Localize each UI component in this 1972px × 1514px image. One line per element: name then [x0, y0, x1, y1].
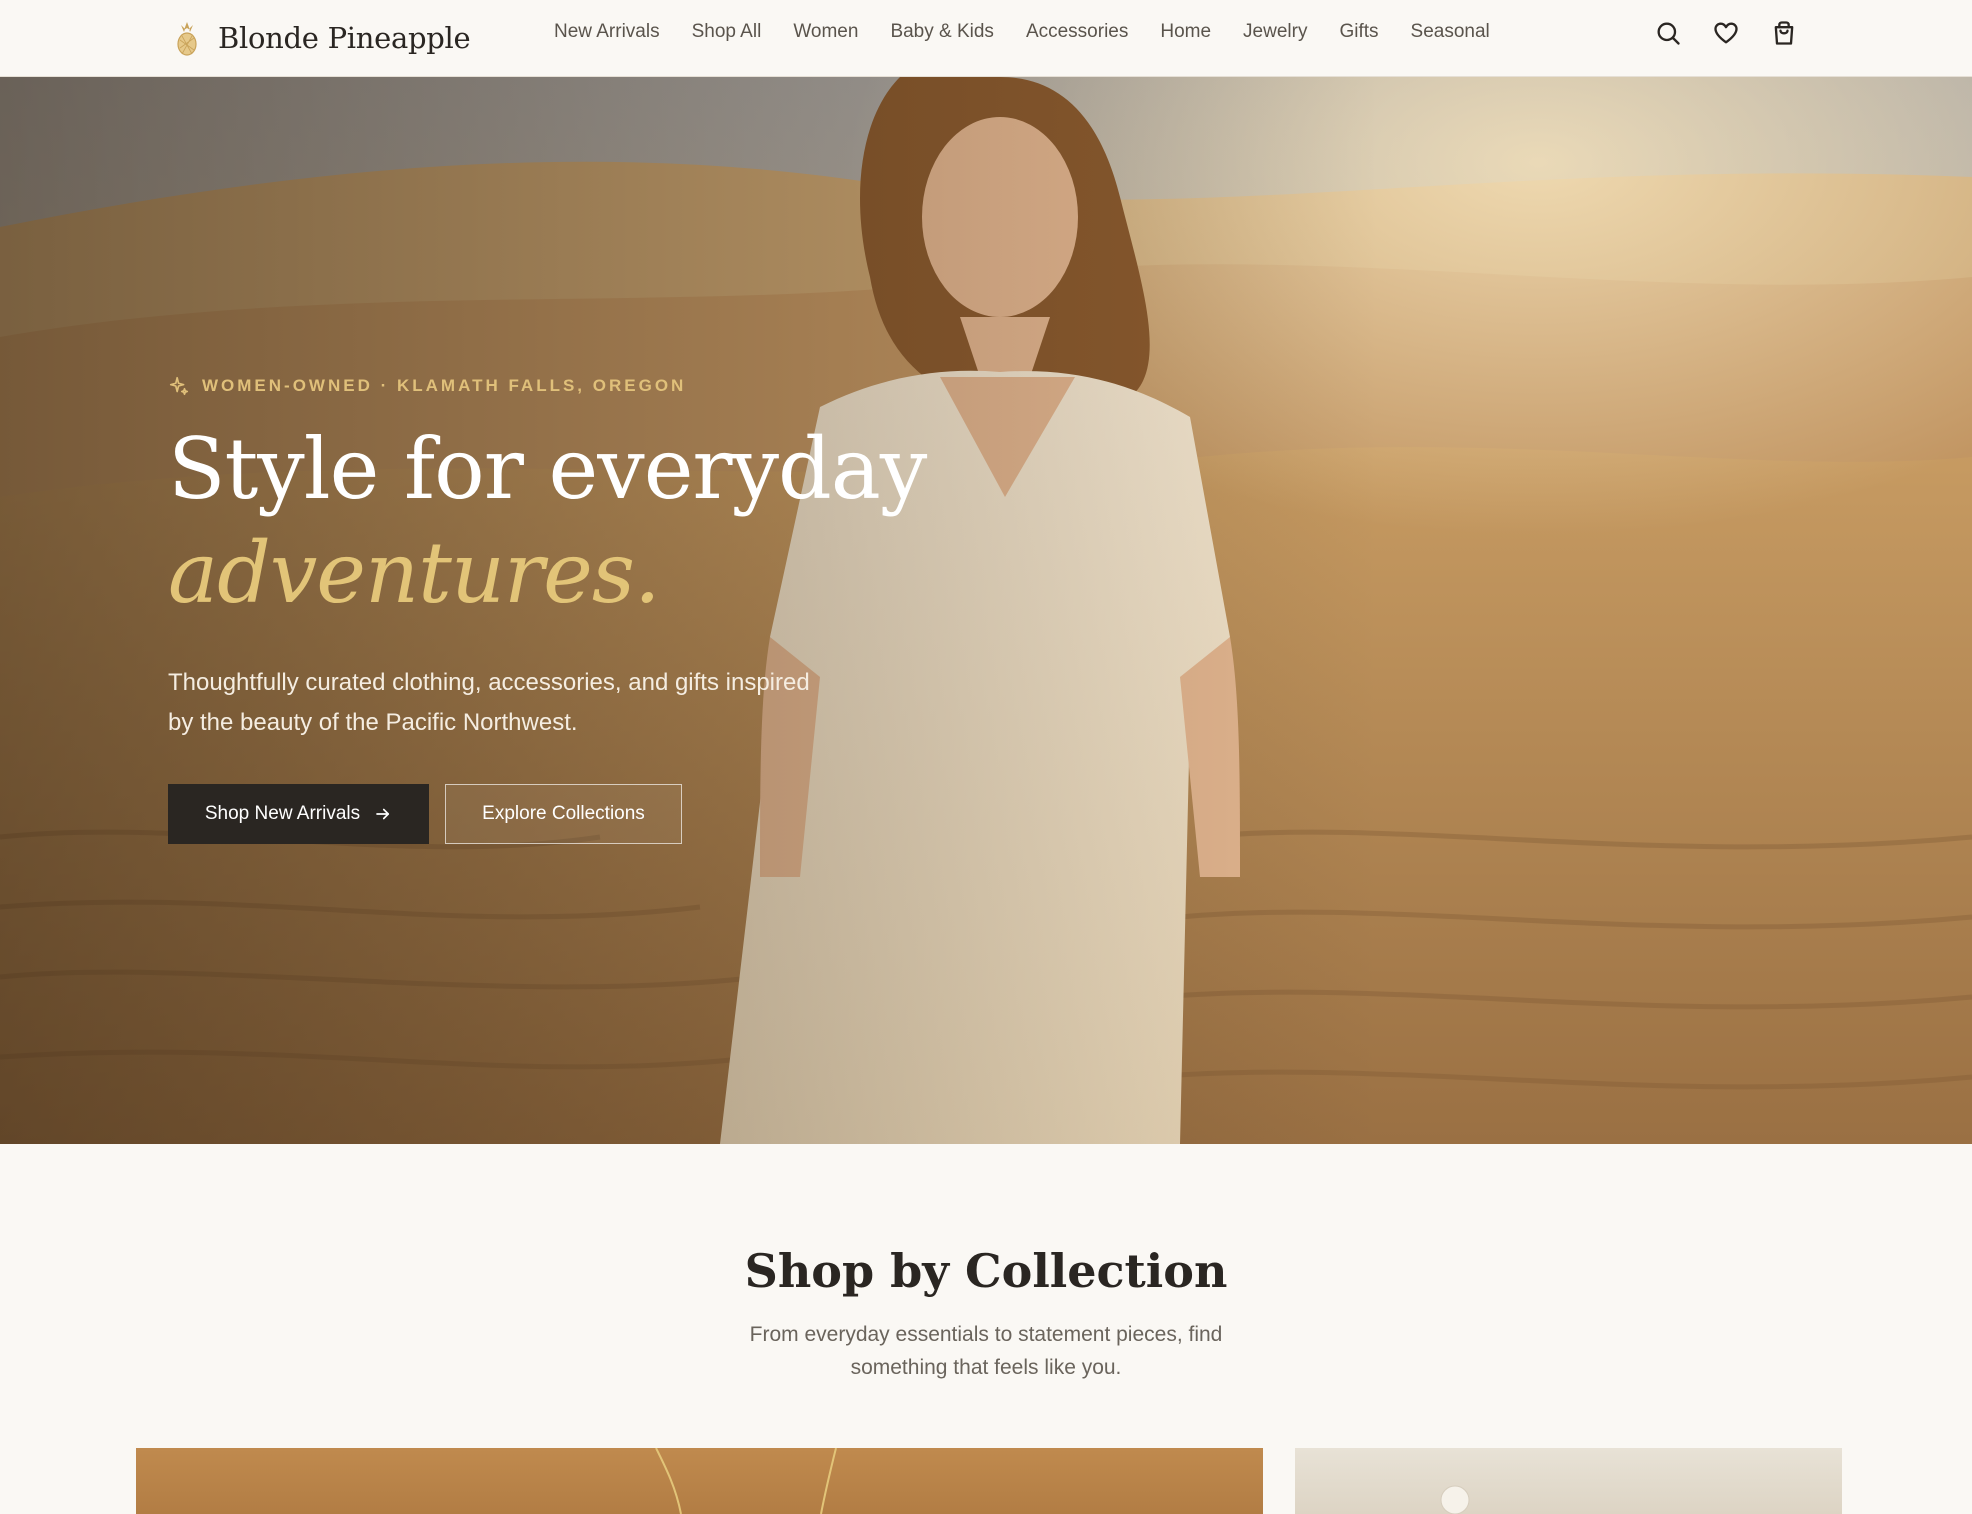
arrow-right-icon — [376, 808, 390, 820]
cart-button[interactable] — [1768, 17, 1800, 49]
wishlist-button[interactable] — [1710, 17, 1742, 49]
header-actions — [1652, 16, 1800, 50]
collection-image — [655, 1448, 837, 1514]
hero-subtitle: Thoughtfully curated clothing, accessori… — [168, 669, 810, 736]
section-title: Shop by Collection — [744, 1244, 1228, 1298]
site-header: Blonde Pineapple New Arrivals Shop All W… — [0, 0, 1972, 77]
nav-jewelry[interactable]: Jewelry — [1243, 21, 1307, 43]
brand-name: Blonde Pineapple — [218, 21, 471, 55]
nav-baby-kids[interactable]: Baby & Kids — [890, 21, 994, 43]
shop-new-arrivals-label: Shop New Arrivals — [204, 803, 361, 824]
main-nav: New Arrivals Shop All Women Baby & Kids … — [554, 0, 1490, 64]
section-subtitle: From everyday essentials to statement pi… — [749, 1323, 1223, 1379]
search-button[interactable] — [1652, 17, 1684, 49]
hero-title-accent: adventures. — [168, 524, 661, 622]
pineapple-logo-icon — [177, 22, 197, 56]
explore-collections-label: Explore Collections — [482, 803, 645, 824]
shopping-bag-icon — [1774, 21, 1794, 45]
collection-card[interactable] — [136, 1448, 1263, 1514]
heart-icon — [1714, 22, 1738, 44]
nav-accessories[interactable]: Accessories — [1026, 21, 1128, 43]
shop-new-arrivals-button[interactable]: Shop New Arrivals — [168, 784, 429, 844]
nav-gifts[interactable]: Gifts — [1339, 21, 1378, 43]
hero-banner: WOMEN-OWNED · KLAMATH FALLS, OREGON Styl… — [0, 77, 1972, 1144]
brand-link[interactable]: Blonde Pineapple — [172, 14, 471, 62]
sparkle-icon — [169, 376, 189, 396]
nav-home[interactable]: Home — [1160, 21, 1211, 43]
explore-collections-button[interactable]: Explore Collections — [445, 784, 682, 844]
collection-card[interactable] — [1295, 1448, 1842, 1514]
nav-shop-all[interactable]: Shop All — [692, 21, 762, 43]
nav-new-arrivals[interactable]: New Arrivals — [554, 21, 660, 43]
nav-women[interactable]: Women — [793, 21, 858, 43]
hero-eyebrow: WOMEN-OWNED · KLAMATH FALLS, OREGON — [168, 375, 686, 397]
nav-seasonal[interactable]: Seasonal — [1411, 21, 1490, 43]
hero-title: Style for everyday — [168, 420, 927, 518]
search-icon — [1657, 22, 1680, 45]
hero-eyebrow-text: WOMEN-OWNED · KLAMATH FALLS, OREGON — [202, 376, 687, 395]
collection-image — [1440, 1485, 1470, 1514]
